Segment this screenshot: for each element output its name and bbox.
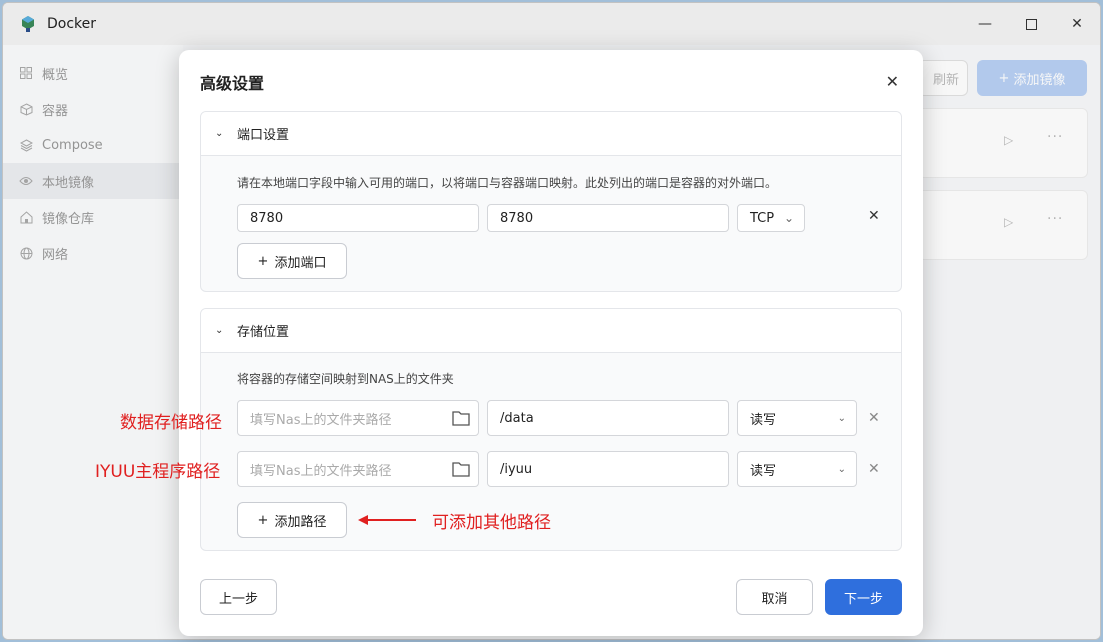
local-port-input[interactable]: 8780 [237, 204, 479, 232]
folder-icon[interactable] [452, 410, 470, 426]
next-step-label: 下一步 [843, 591, 883, 607]
container-path-value: /iyuu [500, 461, 533, 477]
next-step-button[interactable]: 下一步 [825, 579, 902, 615]
access-mode-value: 读写 [750, 412, 777, 428]
section-title: 端口设置 [237, 128, 290, 143]
nas-folder-placeholder: 填写Nas上的文件夹路径 [250, 412, 392, 428]
annotation-add-other: 可添加其他路径 [432, 513, 551, 533]
local-port-value: 8780 [250, 210, 284, 226]
plus-icon: + [257, 512, 269, 528]
annotation-iyuu-path: IYUU主程序路径 [95, 462, 221, 482]
add-path-label: 添加路径 [274, 514, 327, 530]
port-settings-header[interactable]: ⌄ 端口设置 [201, 112, 901, 156]
port-settings-section: ⌄ 端口设置 请在本地端口字段中输入可用的端口，以将端口与容器端口映射。此处列出… [200, 111, 902, 292]
container-path-value: /data [500, 410, 534, 426]
nas-folder-placeholder: 填写Nas上的文件夹路径 [250, 463, 392, 479]
storage-section: ⌄ 存储位置 将容器的存储空间映射到NAS上的文件夹 填写Nas上的文件夹路径 … [200, 308, 902, 551]
container-port-input[interactable]: 8780 [487, 204, 729, 232]
container-path-input[interactable]: /data [487, 400, 729, 436]
annotation-data-path: 数据存储路径 [120, 413, 222, 433]
storage-description: 将容器的存储空间映射到NAS上的文件夹 [237, 372, 454, 386]
nas-folder-input[interactable]: 填写Nas上的文件夹路径 [237, 451, 479, 487]
container-path-input[interactable]: /iyuu [487, 451, 729, 487]
cancel-label: 取消 [761, 591, 788, 607]
protocol-value: TCP [750, 210, 775, 226]
chevron-down-icon: ⌄ [837, 463, 846, 475]
nas-folder-input[interactable]: 填写Nas上的文件夹路径 [237, 400, 479, 436]
section-title: 存储位置 [237, 325, 290, 340]
access-mode-value: 读写 [750, 463, 777, 479]
cancel-button[interactable]: 取消 [736, 579, 813, 615]
remove-port-icon[interactable]: ✕ [868, 208, 880, 224]
port-description: 请在本地端口字段中输入可用的端口，以将端口与容器端口映射。此处列出的端口是容器的… [237, 176, 778, 190]
prev-step-label: 上一步 [218, 591, 258, 607]
add-port-button[interactable]: + 添加端口 [237, 243, 347, 279]
add-port-label: 添加端口 [274, 255, 327, 271]
access-mode-select[interactable]: 读写 ⌄ [737, 451, 857, 487]
prev-step-button[interactable]: 上一步 [200, 579, 277, 615]
advanced-settings-dialog: 高级设置 ✕ ⌄ 端口设置 请在本地端口字段中输入可用的端口，以将端口与容器端口… [179, 50, 923, 636]
remove-path-icon[interactable]: ✕ [868, 410, 880, 426]
chevron-down-icon: ⌄ [215, 325, 224, 336]
annotation-arrow-icon [358, 515, 416, 525]
chevron-down-icon: ⌄ [783, 211, 794, 225]
chevron-down-icon: ⌄ [837, 412, 846, 424]
close-icon[interactable]: ✕ [886, 72, 899, 91]
remove-path-icon[interactable]: ✕ [868, 461, 880, 477]
storage-header[interactable]: ⌄ 存储位置 [201, 309, 901, 353]
add-path-button[interactable]: + 添加路径 [237, 502, 347, 538]
chevron-down-icon: ⌄ [215, 128, 224, 139]
dialog-title: 高级设置 [200, 74, 265, 93]
protocol-select[interactable]: TCP ⌄ [737, 204, 805, 232]
container-port-value: 8780 [500, 210, 534, 226]
folder-icon[interactable] [452, 461, 470, 477]
access-mode-select[interactable]: 读写 ⌄ [737, 400, 857, 436]
plus-icon: + [257, 253, 269, 269]
